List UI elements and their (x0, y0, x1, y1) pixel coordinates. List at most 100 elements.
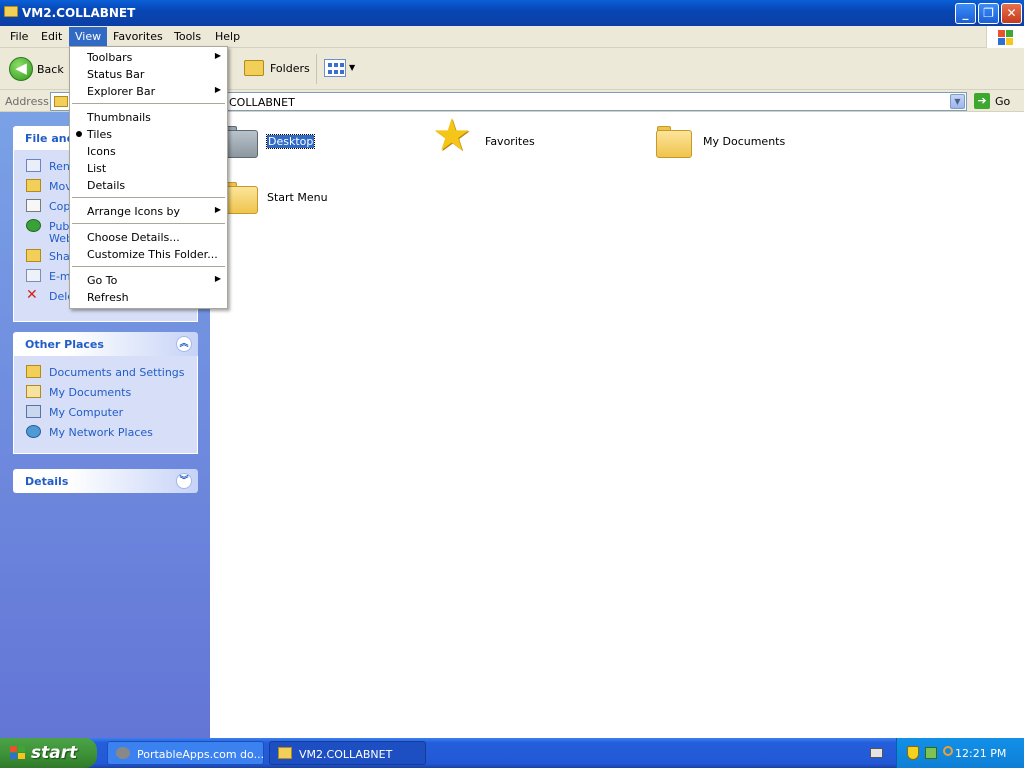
folder-icon (26, 365, 41, 378)
tile-label[interactable]: Favorites (485, 135, 535, 148)
view-menu-customize-folder[interactable]: Customize This Folder... (70, 246, 227, 263)
keyboard-icon[interactable] (870, 748, 883, 758)
maximize-button[interactable]: ❐ (978, 3, 999, 24)
network-globe-icon (26, 425, 41, 438)
view-menu-details[interactable]: Details (70, 177, 227, 194)
place-label[interactable]: My Network Places (49, 426, 153, 439)
submenu-arrow-icon: ▶ (214, 205, 221, 214)
menu-bar: File Edit View Favorites Tools Help (0, 26, 1024, 48)
folder-icon (278, 747, 292, 759)
submenu-arrow-icon: ▶ (214, 85, 221, 94)
place-my-computer[interactable]: My Computer (14, 402, 197, 422)
menu-item-label: Go To (87, 274, 118, 287)
menu-view[interactable]: View (69, 27, 108, 46)
address-dropdown-icon[interactable]: ▼ (950, 94, 965, 109)
security-shield-icon[interactable] (907, 746, 919, 760)
title-bar: VM2.COLLABNET _ ❐ ✕ (0, 0, 1024, 26)
view-menu-choose-details[interactable]: Choose Details... (70, 229, 227, 246)
menu-separator (72, 223, 225, 224)
view-menu-status-bar[interactable]: Status Bar (70, 66, 227, 83)
menu-file[interactable]: File (4, 29, 34, 44)
taskbar-item-portableapps[interactable]: PortableApps.com do... (107, 741, 264, 765)
address-value[interactable]: COLLABNET (229, 96, 295, 109)
view-menu-list[interactable]: List (70, 160, 227, 177)
folder-icon (4, 6, 18, 17)
view-menu-refresh[interactable]: Refresh (70, 289, 227, 306)
address-label: Address (5, 95, 49, 108)
close-button[interactable]: ✕ (1001, 3, 1022, 24)
minimize-button[interactable]: _ (955, 3, 976, 24)
toolbar-separator (316, 54, 317, 84)
view-menu-thumbnails[interactable]: Thumbnails (70, 109, 227, 126)
place-documents-and-settings[interactable]: Documents and Settings (14, 362, 197, 382)
menu-edit[interactable]: Edit (35, 29, 68, 44)
move-icon (26, 179, 41, 192)
submenu-arrow-icon: ▶ (214, 51, 221, 60)
taskbar-item-vm2-collabnet[interactable]: VM2.COLLABNET (269, 741, 426, 765)
view-menu-toolbars[interactable]: Toolbars ▶ (70, 49, 227, 66)
globe-icon (26, 219, 41, 232)
submenu-arrow-icon: ▶ (214, 274, 221, 283)
menu-separator (72, 197, 225, 198)
view-menu-tiles[interactable]: Tiles (70, 126, 227, 143)
go-arrow-icon: ➔ (974, 93, 990, 109)
windows-logo-icon (10, 746, 26, 760)
task-email-label[interactable]: E-m (49, 270, 71, 283)
details-header[interactable]: Details ︾ (13, 469, 198, 493)
tile-label[interactable]: My Documents (703, 135, 785, 148)
view-menu-explorer-bar[interactable]: Explorer Bar ▶ (70, 83, 227, 100)
other-places-title: Other Places (25, 338, 104, 351)
collapse-chevron-icon[interactable]: ︽ (176, 336, 192, 352)
tile-start-menu[interactable]: Start Menu (222, 180, 412, 220)
tile-favorites[interactable]: ★ Favorites (432, 114, 632, 164)
menu-help[interactable]: Help (209, 29, 246, 44)
menu-tools[interactable]: Tools (168, 29, 207, 44)
email-icon (26, 269, 41, 282)
computer-icon (26, 405, 41, 418)
back-button-label[interactable]: Back (37, 63, 64, 76)
views-icon[interactable] (324, 59, 346, 77)
copy-icon (26, 199, 41, 212)
menu-item-label: List (87, 162, 107, 175)
tile-desktop[interactable]: Desktop (222, 124, 412, 164)
place-my-network-places[interactable]: My Network Places (14, 422, 197, 442)
views-dropdown-arrow-icon[interactable]: ▼ (349, 63, 355, 72)
network-icon[interactable] (925, 747, 937, 759)
go-button[interactable]: ➔ Go (972, 93, 1022, 110)
task-rename-label[interactable]: Ren (49, 160, 70, 173)
place-label[interactable]: Documents and Settings (49, 366, 185, 379)
view-menu-icons[interactable]: Icons (70, 143, 227, 160)
other-places-header[interactable]: Other Places ︽ (13, 332, 198, 356)
radio-bullet-icon (76, 131, 82, 137)
task-copy-label[interactable]: Cop (49, 200, 70, 213)
menu-item-label: Choose Details... (87, 231, 180, 244)
details-title: Details (25, 475, 69, 488)
menu-item-label: Customize This Folder... (87, 248, 218, 261)
view-menu-arrange-icons-by[interactable]: Arrange Icons by ▶ (70, 203, 227, 220)
tile-label[interactable]: Start Menu (267, 191, 328, 204)
view-menu-go-to[interactable]: Go To ▶ (70, 272, 227, 289)
windows-logo-icon (986, 26, 1024, 48)
back-arrow-icon[interactable]: ◀ (9, 57, 33, 81)
place-label[interactable]: My Computer (49, 406, 123, 419)
expand-chevron-icon[interactable]: ︾ (176, 473, 192, 489)
other-places-panel: Other Places ︽ Documents and Settings My… (13, 332, 198, 454)
menu-item-label: Details (87, 179, 126, 192)
menu-item-label: Explorer Bar (87, 85, 156, 98)
folders-icon[interactable] (244, 60, 264, 76)
place-label[interactable]: My Documents (49, 386, 131, 399)
menu-item-label: Toolbars (87, 51, 133, 64)
folder-content: Desktop ★ Favorites My Documents Start M… (210, 112, 1024, 738)
delete-icon: ✕ (26, 287, 38, 303)
start-button[interactable]: start (0, 738, 97, 768)
menu-favorites[interactable]: Favorites (107, 29, 169, 44)
tile-my-documents[interactable]: My Documents (656, 124, 856, 164)
menu-item-label: Icons (87, 145, 116, 158)
clock: 12:21 PM (955, 747, 1007, 760)
go-label: Go (995, 95, 1011, 108)
folders-button-label[interactable]: Folders (270, 62, 310, 75)
place-my-documents[interactable]: My Documents (14, 382, 197, 402)
rename-icon (26, 159, 41, 172)
tile-label[interactable]: Desktop (265, 134, 316, 149)
search-icon[interactable] (943, 746, 953, 756)
